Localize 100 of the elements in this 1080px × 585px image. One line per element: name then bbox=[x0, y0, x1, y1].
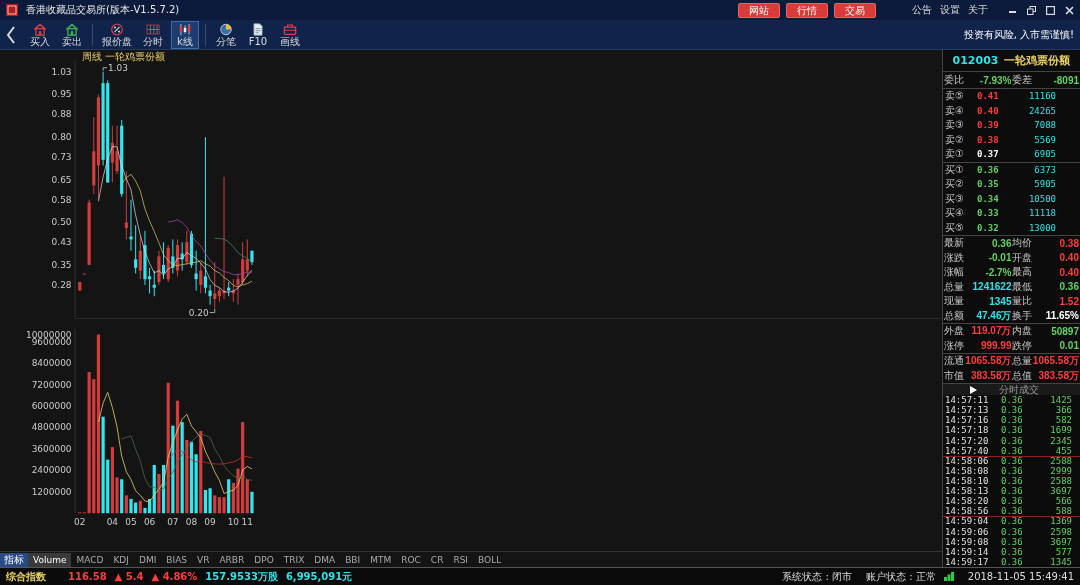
indicator-tab[interactable]: BBI bbox=[340, 552, 366, 567]
indicator-tab[interactable]: CR bbox=[425, 552, 449, 567]
toolbar-button[interactable]: 报价盘 bbox=[99, 20, 135, 49]
field-value: -2.7% bbox=[984, 266, 1012, 278]
price-axis-label: 0.95 bbox=[51, 89, 72, 100]
nav-button[interactable]: 网站 bbox=[738, 2, 780, 18]
indicator-tab[interactable]: BIAS bbox=[161, 552, 193, 567]
field-value: 383.58万 bbox=[969, 368, 1012, 383]
trade-volume: 366 bbox=[1054, 406, 1073, 416]
trade-volume: 2598 bbox=[1049, 527, 1073, 537]
field-label: 最低 bbox=[1011, 279, 1032, 294]
toolbar-button[interactable]: 分笔 bbox=[212, 20, 240, 49]
bid-label: 买① bbox=[945, 162, 965, 177]
maximize-icon[interactable] bbox=[1046, 5, 1055, 15]
toolbar-button[interactable]: 买入 bbox=[26, 20, 54, 49]
field-value: 1241622 bbox=[971, 281, 1012, 293]
field-value: 119.07万 bbox=[970, 324, 1012, 339]
indicator-tab[interactable]: MACD bbox=[71, 552, 109, 567]
field-value: 0.36 bbox=[1058, 281, 1079, 293]
play-icon[interactable] bbox=[969, 385, 977, 394]
trade-time: 14:58:13 bbox=[945, 487, 990, 497]
toolbox-icon bbox=[282, 22, 298, 36]
indicator-tab[interactable]: Volume bbox=[28, 552, 72, 567]
trade-price: 0.36 bbox=[1000, 436, 1024, 446]
house-icon bbox=[64, 22, 80, 36]
ask-price: 0.38 bbox=[976, 134, 1000, 145]
nav-button[interactable]: 行情 bbox=[786, 2, 828, 18]
ask-price: 0.39 bbox=[976, 120, 1000, 131]
trade-price: 0.36 bbox=[1000, 396, 1024, 406]
trades-title: 分时成交 bbox=[999, 382, 1039, 396]
indicator-tab[interactable]: RSI bbox=[448, 552, 474, 567]
bid-label: 买③ bbox=[945, 191, 965, 206]
window-title: 香港收藏品交易所(版本-V1.5.7.2) bbox=[26, 3, 180, 17]
app-logo-icon bbox=[6, 4, 18, 16]
candlestick bbox=[87, 199, 91, 266]
index-value: 116.58 bbox=[68, 571, 107, 582]
month-label: 07 bbox=[167, 517, 179, 528]
trade-time: 14:57:40 bbox=[945, 446, 990, 456]
volume-axis-label: 1200000 bbox=[31, 486, 72, 497]
close-icon[interactable] bbox=[1065, 5, 1074, 15]
percent-icon bbox=[109, 22, 125, 36]
trade-price: 0.36 bbox=[1000, 466, 1024, 476]
menu-item[interactable]: 设置 bbox=[938, 3, 962, 17]
indicator-tab[interactable]: MTM bbox=[365, 552, 397, 567]
indicator-tab[interactable]: KDJ bbox=[108, 552, 134, 567]
month-label: 06 bbox=[143, 517, 156, 528]
toolbar-button[interactable]: 画线 bbox=[276, 20, 304, 49]
trade-price: 0.36 bbox=[1000, 456, 1024, 466]
field-value: -0.01 bbox=[987, 252, 1012, 264]
trade-price: 0.36 bbox=[1000, 517, 1024, 527]
month-label: 09 bbox=[204, 517, 216, 528]
nav-button[interactable]: 交易 bbox=[834, 2, 876, 18]
house-icon bbox=[32, 22, 48, 36]
candlestick-icon bbox=[177, 22, 193, 36]
index-change-percent: ▲ 4.86% bbox=[151, 571, 198, 582]
bid-price: 0.34 bbox=[976, 193, 1000, 204]
field-value: 0.38 bbox=[1058, 237, 1079, 249]
indicator-tab[interactable]: DPO bbox=[249, 552, 279, 567]
field-label: 均价 bbox=[1011, 236, 1032, 251]
bid-volume: 13000 bbox=[1027, 222, 1057, 233]
trade-time: 14:57:11 bbox=[945, 396, 990, 406]
restore-icon[interactable] bbox=[1027, 5, 1036, 15]
menu-item[interactable]: 关于 bbox=[966, 3, 990, 17]
volume-axis-label: 4800000 bbox=[31, 422, 72, 433]
indicator-tab[interactable]: ARBR bbox=[214, 552, 250, 567]
indicator-tab[interactable]: TRIX bbox=[278, 552, 310, 567]
indicator-tab[interactable]: DMI bbox=[133, 552, 162, 567]
field-label: 涨停 bbox=[944, 338, 964, 353]
indicator-tab[interactable]: DMA bbox=[309, 552, 341, 567]
account-status: 账户状态 : 正常 bbox=[866, 569, 936, 584]
indicator-tab[interactable]: VR bbox=[192, 552, 215, 567]
back-icon[interactable] bbox=[6, 25, 16, 44]
field-label: 现量 bbox=[944, 294, 964, 309]
bid-label: 买② bbox=[945, 177, 965, 192]
trade-price: 0.36 bbox=[1000, 416, 1024, 426]
volume-axis-label: 8400000 bbox=[31, 358, 72, 369]
trade-price: 0.36 bbox=[1000, 507, 1024, 517]
toolbar-button[interactable]: F10 bbox=[244, 20, 272, 49]
trade-time: 14:57:13 bbox=[945, 406, 990, 416]
bid-volume: 11118 bbox=[1027, 208, 1057, 219]
trade-price: 0.36 bbox=[1000, 406, 1024, 416]
annotation: 0.20 bbox=[188, 307, 210, 318]
field-label: 开盘 bbox=[1011, 250, 1032, 265]
trade-volume: 577 bbox=[1054, 547, 1073, 557]
field-value: 0.40 bbox=[1058, 252, 1079, 264]
indicator-tab[interactable]: BOLL bbox=[473, 552, 507, 567]
field-value: 50897 bbox=[1050, 325, 1079, 337]
toolbar-button[interactable]: k线 bbox=[171, 20, 199, 49]
trade-time: 14:57:20 bbox=[945, 436, 990, 446]
indicator-tab[interactable]: ROC bbox=[396, 552, 426, 567]
toolbar-button[interactable]: 卖出 bbox=[58, 20, 86, 49]
trade-volume: 2345 bbox=[1049, 436, 1073, 446]
menu-item[interactable]: 公告 bbox=[910, 3, 934, 17]
toolbar-button[interactable]: 分时 bbox=[139, 20, 167, 49]
field-value: 11.65% bbox=[1044, 310, 1079, 322]
trade-time: 14:59:04 bbox=[945, 517, 990, 527]
bid-volume: 5905 bbox=[1033, 179, 1057, 190]
stock-code: 012003 bbox=[952, 54, 999, 67]
chart-title: 周线 一轮鸡票份额 bbox=[81, 50, 165, 62]
ask-price: 0.40 bbox=[976, 105, 1000, 116]
